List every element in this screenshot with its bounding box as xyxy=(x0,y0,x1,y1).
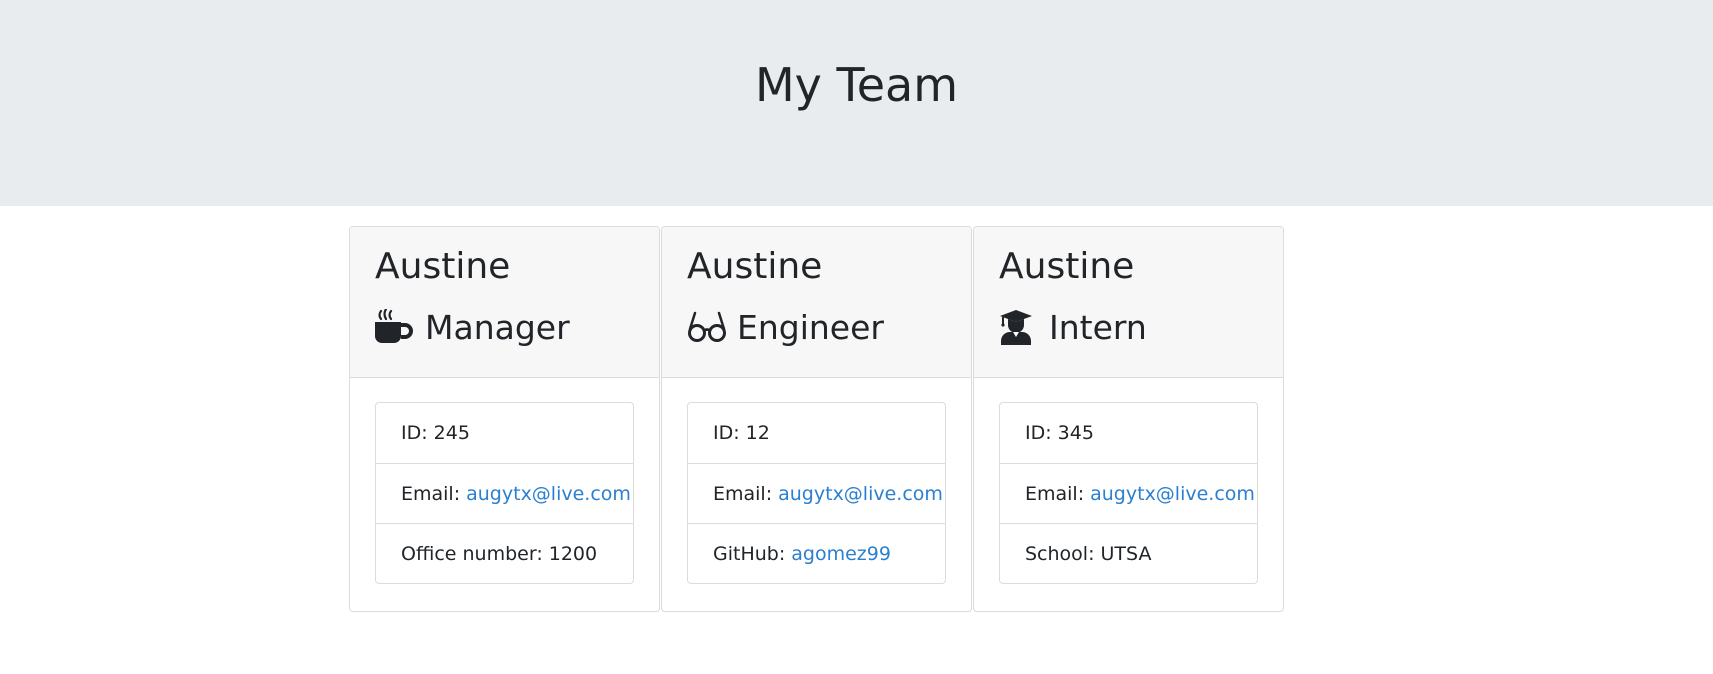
github-label: GitHub: xyxy=(713,542,786,565)
info-list: ID: 245 Email: augytx@live.com Office nu… xyxy=(375,402,634,584)
email-label: Email: xyxy=(1025,482,1085,505)
list-item-id: ID: 245 xyxy=(376,403,633,463)
email-link[interactable]: augytx@live.com xyxy=(778,483,943,505)
page-header: My Team xyxy=(0,0,1713,206)
list-item-id: ID: 345 xyxy=(1000,403,1257,463)
employee-card-manager: Austine Manager ID: 245 Email: augytx@li… xyxy=(349,226,660,612)
employee-role: Engineer xyxy=(687,307,946,347)
list-item-office: Office number: 1200 xyxy=(376,523,633,583)
card-header: Austine Engineer xyxy=(662,227,971,378)
role-label: Engineer xyxy=(737,307,884,347)
graduate-icon xyxy=(999,309,1039,345)
list-item-id: ID: 12 xyxy=(688,403,945,463)
card-header: Austine Intern xyxy=(974,227,1283,378)
list-item-email: Email: augytx@live.com xyxy=(1000,463,1257,523)
list-item-github: GitHub: agomez99 xyxy=(688,523,945,583)
role-label: Intern xyxy=(1049,307,1147,347)
email-label: Email: xyxy=(713,482,773,505)
employee-card-engineer: Austine Engineer ID: 12 Email: augytx@li… xyxy=(661,226,972,612)
card-body: ID: 12 Email: augytx@live.com GitHub: ag… xyxy=(662,378,971,584)
email-link[interactable]: augytx@live.com xyxy=(1090,483,1255,505)
email-link[interactable]: augytx@live.com xyxy=(466,483,631,505)
glasses-icon xyxy=(687,309,727,345)
list-item-school: School: UTSA xyxy=(1000,523,1257,583)
card-body: ID: 345 Email: augytx@live.com School: U… xyxy=(974,378,1283,584)
team-cards: Austine Manager ID: 245 Email: augytx@li… xyxy=(349,226,1713,612)
card-body: ID: 245 Email: augytx@live.com Office nu… xyxy=(350,378,659,584)
employee-role: Intern xyxy=(999,307,1258,347)
list-item-email: Email: augytx@live.com xyxy=(688,463,945,523)
id-text: ID: 12 xyxy=(713,422,770,444)
info-list: ID: 12 Email: augytx@live.com GitHub: ag… xyxy=(687,402,946,584)
page-title: My Team xyxy=(754,58,959,112)
github-link[interactable]: agomez99 xyxy=(791,543,891,565)
coffee-icon xyxy=(375,309,415,345)
employee-name: Austine xyxy=(375,246,511,287)
email-label: Email: xyxy=(401,482,461,505)
id-text: ID: 245 xyxy=(401,422,470,444)
info-list: ID: 345 Email: augytx@live.com School: U… xyxy=(999,402,1258,584)
office-number-text: Office number: 1200 xyxy=(401,542,598,565)
employee-card-intern: Austine Intern ID: 345 Email: augytx@liv… xyxy=(973,226,1284,612)
id-text: ID: 345 xyxy=(1025,422,1094,444)
list-item-email: Email: augytx@live.com xyxy=(376,463,633,523)
employee-name: Austine xyxy=(999,246,1135,287)
employee-role: Manager xyxy=(375,307,634,347)
role-label: Manager xyxy=(425,307,570,347)
school-text: School: UTSA xyxy=(1025,542,1152,565)
employee-name: Austine xyxy=(687,246,823,287)
card-header: Austine Manager xyxy=(350,227,659,378)
